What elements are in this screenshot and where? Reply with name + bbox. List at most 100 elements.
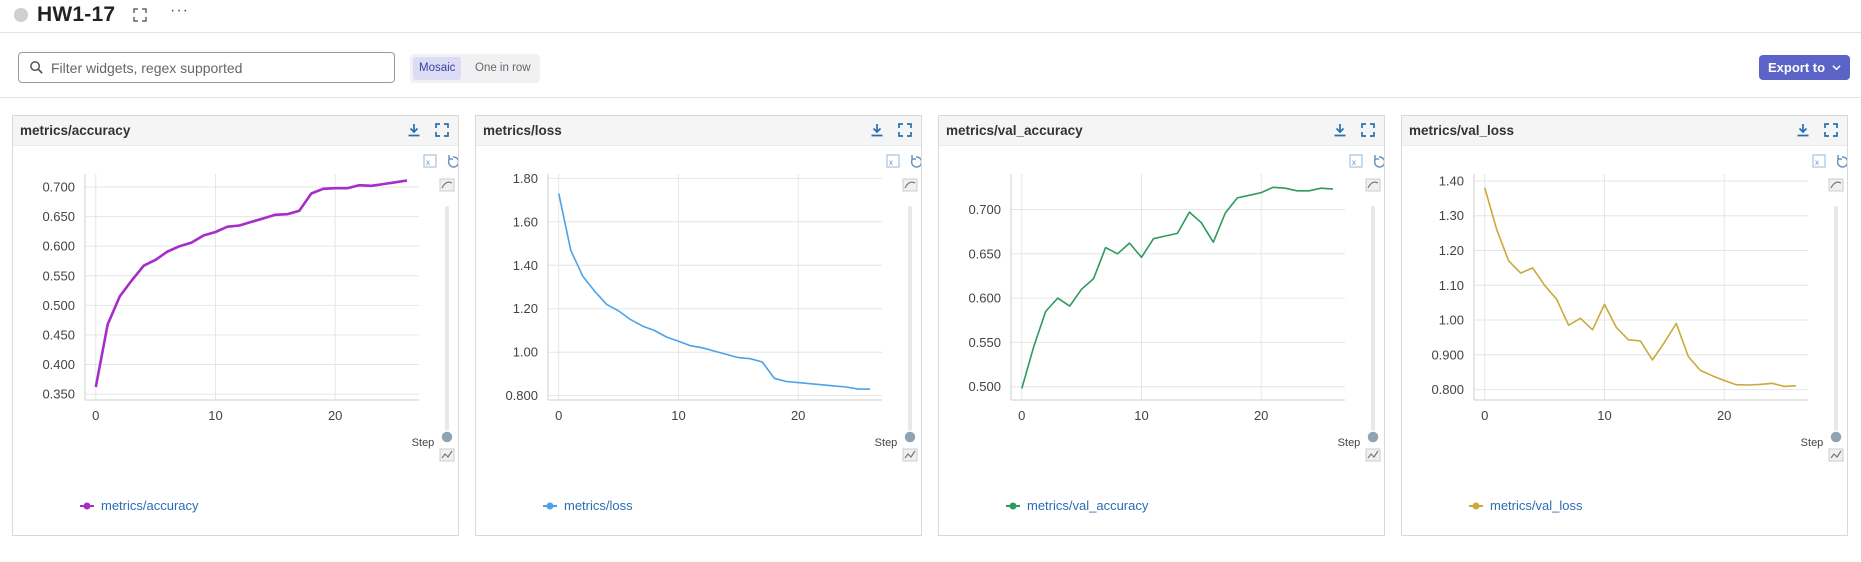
raw-data-icon[interactable] [439, 448, 455, 462]
smoothing-slider-handle[interactable] [1366, 430, 1380, 444]
panel-title: metrics/val_loss [1409, 123, 1515, 138]
y-tick-label: 0.500 [42, 298, 75, 313]
panel-title: metrics/accuracy [20, 123, 131, 138]
y-tick-label: 0.700 [42, 180, 75, 195]
search-icon [30, 61, 43, 74]
y-tick-label: 0.800 [1431, 382, 1464, 397]
x-axis-label: Step [412, 437, 435, 449]
undo-icon[interactable] [1373, 155, 1384, 168]
x-tick-label: 10 [1134, 408, 1148, 423]
y-tick-label: 0.550 [968, 335, 1001, 350]
x-tick-label: 10 [1597, 408, 1611, 423]
series-line [558, 193, 870, 390]
fullscreen-icon[interactable] [1823, 122, 1839, 138]
y-tick-label: 0.550 [42, 268, 75, 283]
undo-icon[interactable] [910, 155, 921, 168]
panel-header: metrics/loss [476, 116, 921, 146]
smoothing-icon[interactable] [439, 178, 455, 192]
x-tick-label: 0 [1018, 408, 1025, 423]
page-title: HW1-17 [37, 3, 116, 26]
smoothing-icon[interactable] [1828, 178, 1844, 192]
raw-data-icon[interactable] [1828, 448, 1844, 462]
x-tick-label: 20 [1254, 408, 1268, 423]
reset-zoom-icon[interactable]: x [1349, 154, 1363, 168]
panel-header: metrics/val_loss [1402, 116, 1847, 146]
x-tick-label: 0 [92, 408, 99, 423]
svg-text:x: x [889, 158, 893, 167]
y-tick-label: 0.500 [968, 379, 1001, 394]
smoothing-slider-track[interactable] [445, 206, 449, 434]
download-icon[interactable] [1795, 122, 1811, 138]
smoothing-slider-track[interactable] [1371, 206, 1375, 434]
y-tick-label: 0.650 [968, 246, 1001, 261]
status-dot-icon [14, 8, 28, 22]
smoothing-slider-handle[interactable] [440, 430, 454, 444]
undo-icon[interactable] [1836, 155, 1847, 168]
smoothing-icon[interactable] [1365, 178, 1381, 192]
export-button[interactable]: Export to [1759, 55, 1850, 80]
reset-zoom-icon[interactable]: x [1812, 154, 1826, 168]
toolbar: Mosaic One in row Export to [0, 34, 1861, 98]
x-axis-label: Step [875, 437, 898, 449]
undo-icon[interactable] [447, 155, 458, 168]
y-tick-label: 1.20 [1439, 243, 1464, 258]
more-options-icon[interactable]: ··· [170, 2, 189, 20]
legend-label: metrics/val_loss [1490, 498, 1583, 513]
y-tick-label: 1.10 [1439, 278, 1464, 293]
download-icon[interactable] [869, 122, 885, 138]
download-icon[interactable] [406, 122, 422, 138]
smoothing-slider-handle[interactable] [903, 430, 917, 444]
svg-text:x: x [1815, 158, 1819, 167]
x-tick-label: 20 [1717, 408, 1731, 423]
y-tick-label: 0.600 [968, 291, 1001, 306]
smoothing-slider-track[interactable] [1834, 206, 1838, 434]
legend-label: metrics/loss [564, 498, 633, 513]
fullscreen-icon[interactable] [132, 7, 148, 23]
line-chart: 0.350 0.400 0.450 0.500 0.550 0.600 0.650 0.700… [42, 154, 458, 462]
panel-header: metrics/accuracy [13, 116, 458, 146]
y-tick-label: 1.20 [513, 301, 538, 316]
y-tick-label: 0.650 [42, 209, 75, 224]
line-chart: 0.800 1.00 1.20 1.40 1.60 1.80 0 10 20 Step x [505, 154, 921, 462]
y-tick-label: 0.450 [42, 327, 75, 342]
y-tick-label: 0.900 [1431, 347, 1464, 362]
chevron-down-icon [1832, 65, 1841, 71]
line-chart: 0.500 0.550 0.600 0.650 0.700 0 10 20 Step x [968, 154, 1384, 462]
filter-widgets-box[interactable] [18, 52, 395, 83]
legend-label: metrics/val_accuracy [1027, 498, 1149, 513]
view-mosaic-button[interactable]: Mosaic [413, 57, 462, 80]
y-tick-label: 0.800 [505, 388, 538, 403]
raw-data-icon[interactable] [1365, 448, 1381, 462]
raw-data-icon[interactable] [902, 448, 918, 462]
x-tick-label: 10 [208, 408, 222, 423]
y-tick-label: 1.80 [513, 171, 538, 186]
download-icon[interactable] [1332, 122, 1348, 138]
x-tick-label: 0 [555, 408, 562, 423]
smoothing-slider-handle[interactable] [1829, 430, 1843, 444]
smoothing-slider-track[interactable] [908, 206, 912, 434]
fullscreen-icon[interactable] [897, 122, 913, 138]
fullscreen-icon[interactable] [1360, 122, 1376, 138]
svg-text:x: x [1352, 158, 1356, 167]
y-tick-label: 0.600 [42, 239, 75, 254]
y-tick-label: 1.60 [513, 214, 538, 229]
filter-widgets-input[interactable] [49, 57, 389, 79]
y-tick-label: 0.700 [968, 202, 1001, 217]
export-label: Export to [1768, 60, 1826, 75]
chart-panel: metrics/val_loss 0.800 0.900 1.00 1.10 1.20 1.… [1401, 115, 1848, 536]
y-tick-label: 1.40 [1439, 173, 1464, 188]
view-one-in-row-button[interactable]: One in row [469, 57, 537, 80]
series-line [94, 179, 408, 388]
x-tick-label: 10 [671, 408, 685, 423]
fullscreen-icon[interactable] [434, 122, 450, 138]
smoothing-icon[interactable] [902, 178, 918, 192]
line-chart: 0.800 0.900 1.00 1.10 1.20 1.30 1.40 0 10 20 Step x [1431, 154, 1847, 462]
panel-title: metrics/val_accuracy [946, 123, 1083, 138]
panel-header: metrics/val_accuracy [939, 116, 1384, 146]
y-tick-label: 0.400 [42, 357, 75, 372]
reset-zoom-icon[interactable]: x [423, 154, 437, 168]
reset-zoom-icon[interactable]: x [886, 154, 900, 168]
panel-title: metrics/loss [483, 123, 562, 138]
series-line [1484, 187, 1797, 388]
legend-swatch-icon [1006, 502, 1020, 510]
